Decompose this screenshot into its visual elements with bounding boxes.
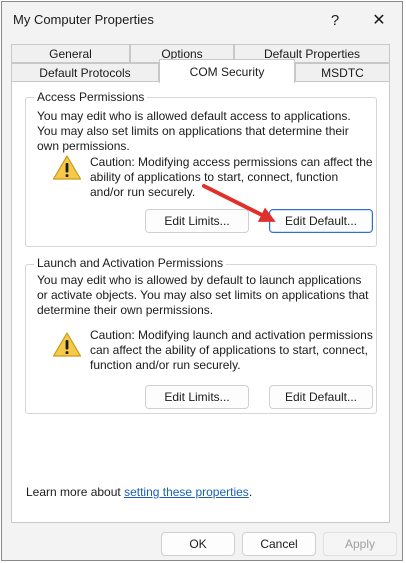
launch-edit-limits-button[interactable]: Edit Limits... [145,385,249,409]
access-permissions-title: Access Permissions [34,90,148,104]
launch-edit-default-button[interactable]: Edit Default... [269,385,373,409]
learn-more-suffix: . [248,485,253,499]
tab-default-protocols[interactable]: Default Protocols [11,63,159,82]
com-security-panel: Access Permissions You may edit who is a… [11,81,390,523]
tab-general[interactable]: General [11,44,130,63]
window-title: My Computer Properties [13,12,154,27]
launch-caution-text: Caution: Modifying launch and activation… [90,328,373,372]
red-arrow-annotation [202,184,276,222]
cancel-button[interactable]: Cancel [242,532,316,556]
learn-more-link[interactable]: setting these properties [124,485,249,499]
ok-button[interactable]: OK [161,532,235,556]
apply-button[interactable]: Apply [323,532,397,556]
learn-more-prefix: Learn more about [26,485,125,499]
properties-dialog: My Computer Properties ? ✕ General Optio… [1,1,403,561]
help-button[interactable]: ? [320,8,350,32]
tab-label: General [49,46,92,61]
tab-msdtc[interactable]: MSDTC [295,63,390,82]
warning-icon [52,155,82,180]
learn-more-line: Learn more about setting these propertie… [26,485,252,499]
launch-permissions-title: Launch and Activation Permissions [34,256,227,270]
tab-com-security[interactable]: COM Security [159,59,295,83]
access-edit-default-button[interactable]: Edit Default... [269,209,373,233]
tab-label: COM Security [189,64,265,79]
launch-description: You may edit who is allowed by default t… [37,273,369,317]
tab-label: Default Protocols [39,65,131,80]
tab-label: MSDTC [321,65,364,80]
title-bar: My Computer Properties ? ✕ [2,2,402,36]
access-description: You may edit who is allowed default acce… [37,109,351,153]
close-button[interactable]: ✕ [364,8,394,32]
warning-icon [52,332,82,357]
